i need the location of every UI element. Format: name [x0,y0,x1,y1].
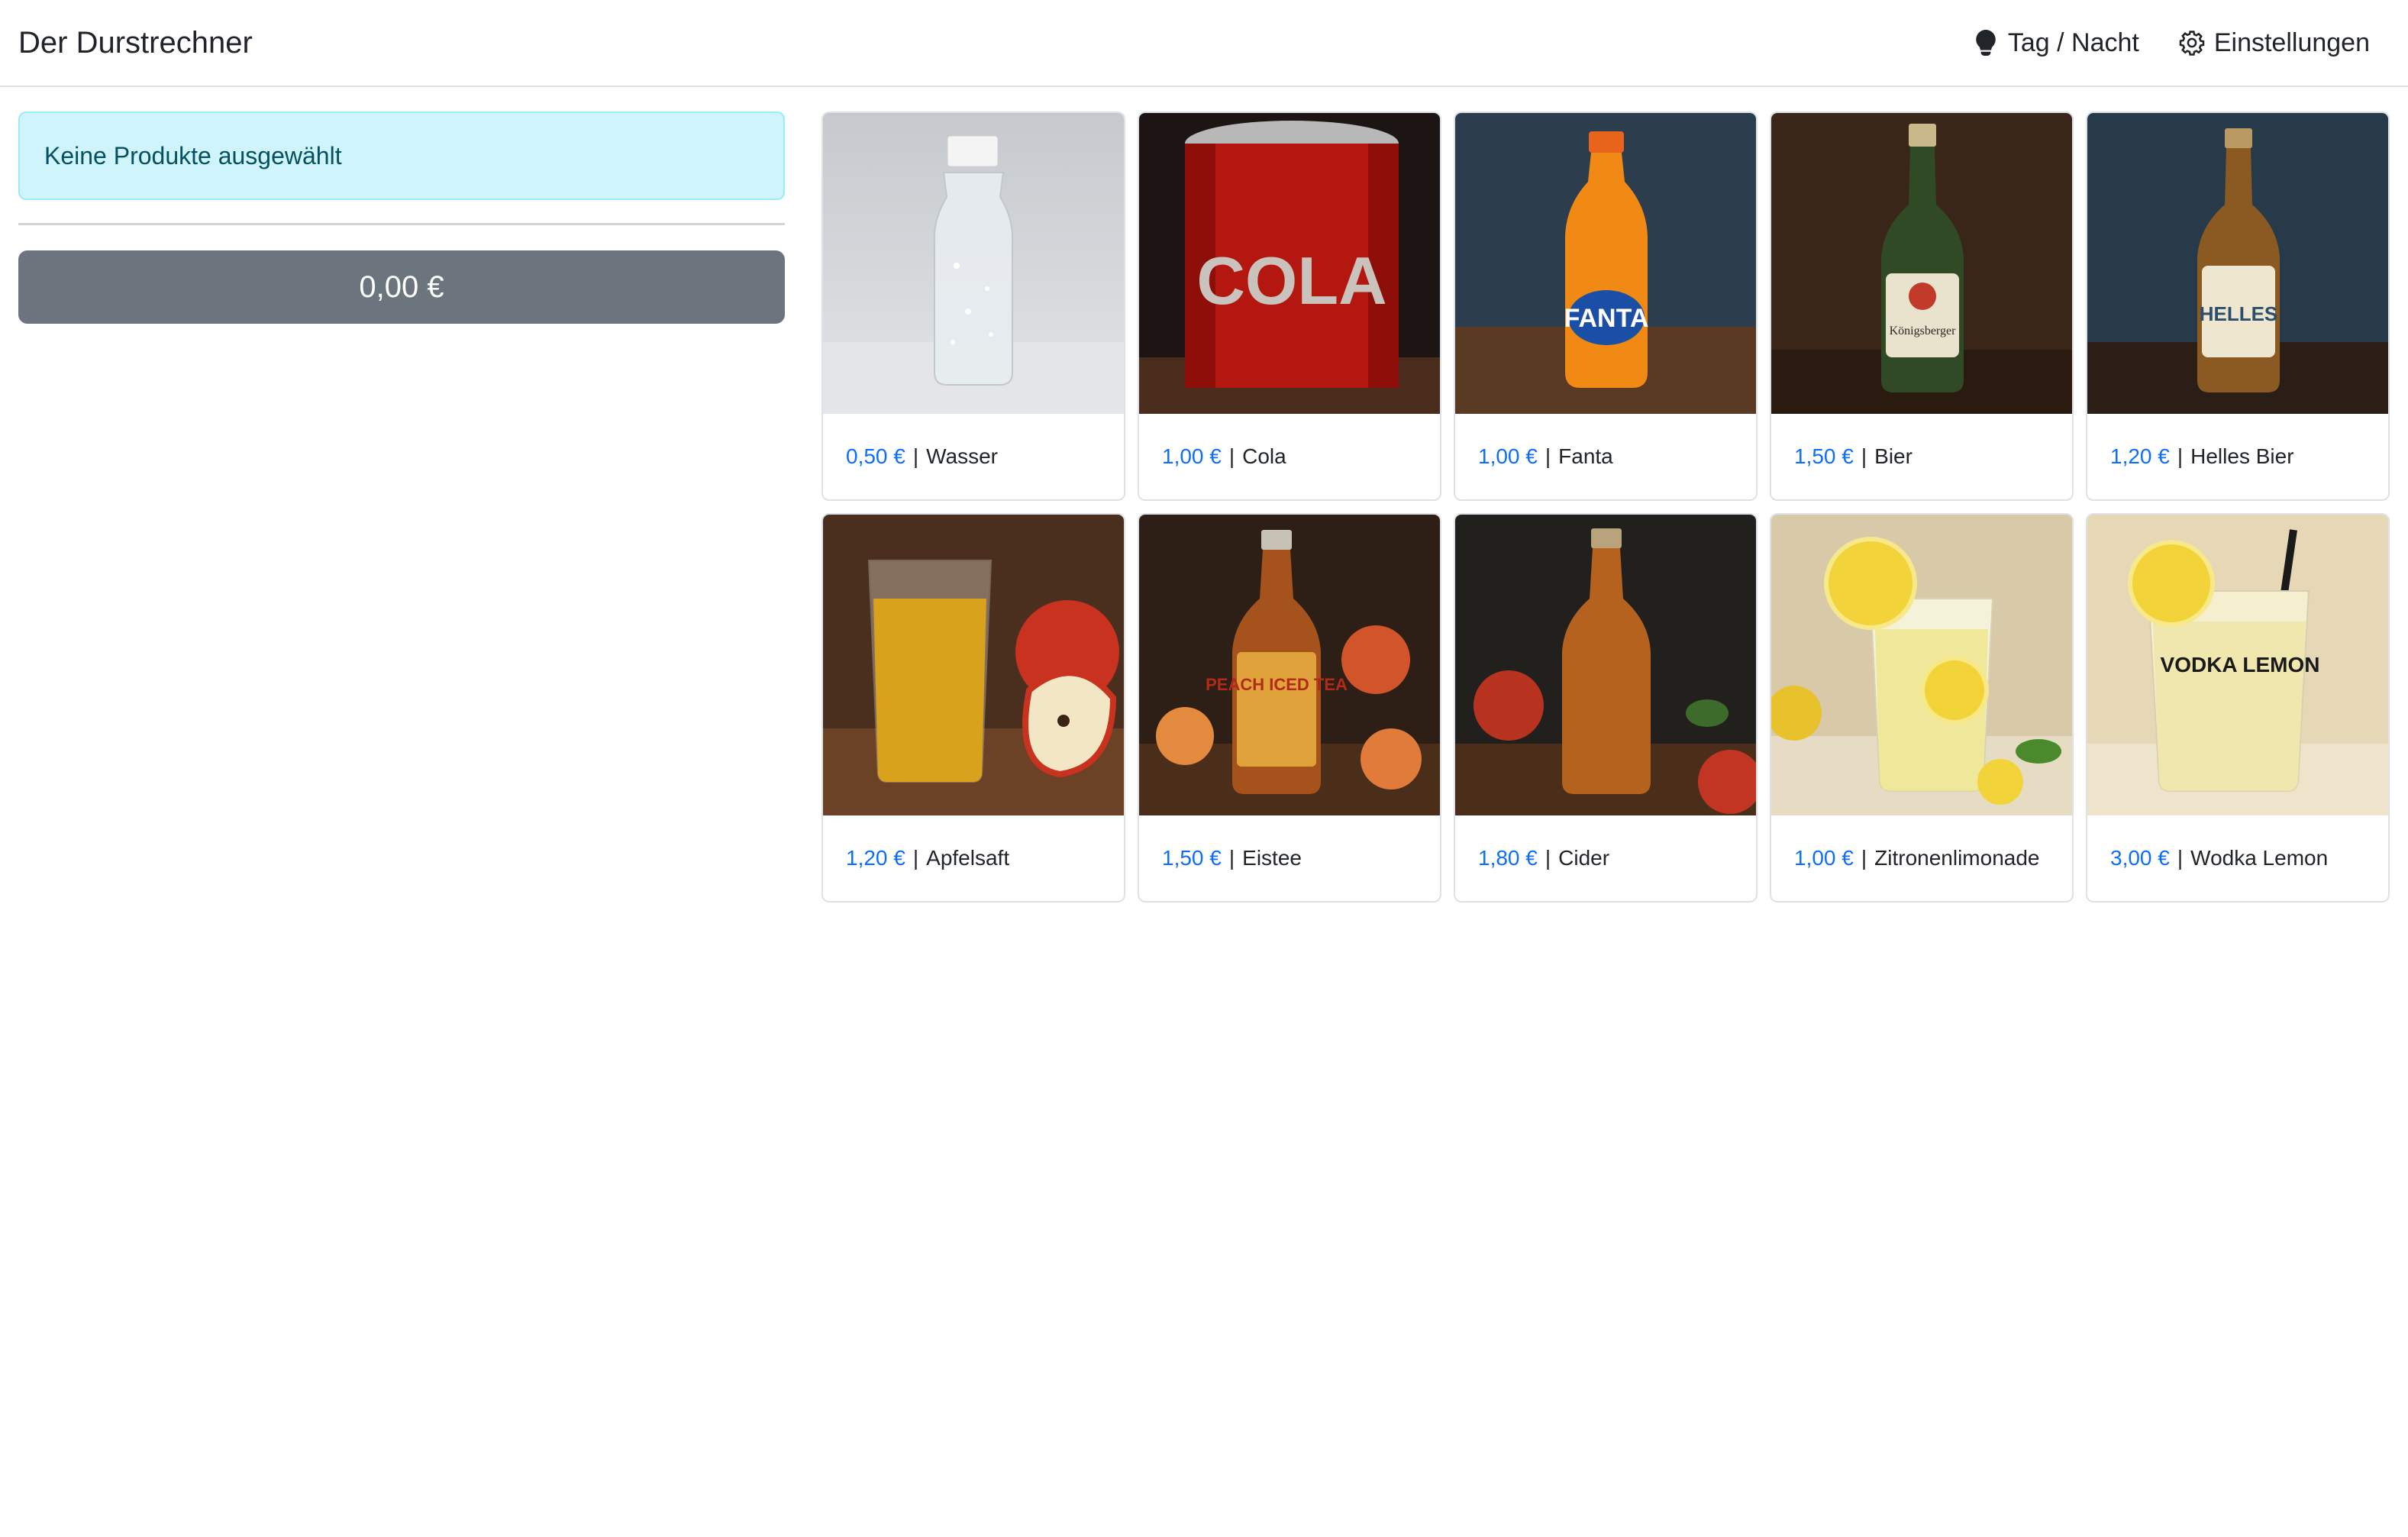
gear-icon [2179,30,2205,56]
total-button[interactable]: 0,00 € [18,250,785,324]
product-info: 1,50 € | Bier [1771,414,2072,499]
product-name: Apfelsaft [926,846,1010,870]
product-price: 1,00 € [1162,444,1222,468]
product-info: 1,50 € | Eistee [1139,815,1440,901]
settings-label: Einstellungen [2213,28,2370,57]
cola-can-image: COLA [1139,113,1440,414]
price-separator: | [2177,444,2184,468]
product-info: 1,80 € | Cider [1455,815,1756,901]
cart-divider [18,223,785,225]
product-card-cider[interactable]: 1,80 € | Cider [1454,513,1758,903]
helles-label-text: HELLES [2200,302,2278,325]
total-amount: 0,00 € [359,270,444,304]
product-card-cola[interactable]: COLA 1,00 € | Cola [1138,111,1441,501]
price-separator: | [912,846,919,870]
price-separator: | [1545,444,1551,468]
product-name: Helles Bier [2190,444,2294,468]
fanta-bottle-image: FANTA [1455,113,1756,414]
product-info: 1,20 € | Helles Bier [2087,414,2388,499]
product-name: Eistee [1242,846,1302,870]
product-price: 1,20 € [2110,444,2170,468]
product-price: 1,80 € [1478,846,1538,870]
cider-bottle-image [1455,515,1756,815]
price-separator: | [1228,444,1235,468]
product-info: 3,00 € | Wodka Lemon [2087,815,2388,901]
product-price: 3,00 € [2110,846,2170,870]
product-name: Wodka Lemon [2190,846,2329,870]
price-separator: | [1228,846,1235,870]
iced-tea-label-text: PEACH ICED TEA [1206,675,1348,694]
product-price: 1,00 € [1478,444,1538,468]
app-brand[interactable]: Der Durstrechner [18,23,253,63]
product-price: 1,00 € [1794,846,1854,870]
product-name: Fanta [1558,444,1613,468]
vodka-label-text: VODKA LEMON [2161,653,2320,676]
product-name: Wasser [926,444,998,468]
product-info: 1,00 € | Cola [1139,414,1440,499]
settings-link[interactable]: Einstellungen [2179,23,2370,63]
price-separator: | [1861,444,1867,468]
product-info: 1,00 € | Zitronenlimonade [1771,815,2072,901]
product-card-fanta[interactable]: FANTA 1,00 € | Fanta [1454,111,1758,501]
theme-toggle-link[interactable]: Tag / Nacht [1973,23,2139,63]
product-name: Cola [1242,444,1286,468]
lemonade-glass-image [1771,515,2072,815]
beer-bottle-image: Königsberger [1771,113,2072,414]
product-info: 1,00 € | Fanta [1455,414,1756,499]
navbar-actions: Tag / Nacht Einstellungen [1973,23,2370,63]
price-separator: | [2177,846,2184,870]
product-price: 1,50 € [1794,444,1854,468]
iced-tea-bottle-image: PEACH ICED TEA [1139,515,1440,815]
product-card-zitronenlimonade[interactable]: 1,00 € | Zitronenlimonade [1770,513,2074,903]
product-card-helles-bier[interactable]: HELLES 1,20 € | Helles Bier [2086,111,2390,501]
product-info: 1,20 € | Apfelsaft [823,815,1124,901]
lightbulb-icon [1973,30,1999,56]
product-card-wasser[interactable]: 0,50 € | Wasser [821,111,1125,501]
empty-cart-alert: Keine Produkte ausgewählt [18,111,785,200]
apple-juice-image [823,515,1124,815]
product-grid: 0,50 € | Wasser COLA 1,00 € | Cola FANTA… [821,111,2390,903]
beer-label-text: Königsberger [1890,325,1956,337]
product-card-apfelsaft[interactable]: 1,20 € | Apfelsaft [821,513,1125,903]
theme-toggle-label: Tag / Nacht [2007,28,2139,57]
product-card-wodka-lemon[interactable]: VODKA LEMON 3,00 € | Wodka Lemon [2086,513,2390,903]
product-price: 1,20 € [846,846,905,870]
product-card-bier[interactable]: Königsberger 1,50 € | Bier [1770,111,2074,501]
product-price: 0,50 € [846,444,905,468]
helles-bottle-image: HELLES [2087,113,2388,414]
fanta-label-text: FANTA [1564,304,1649,333]
vodka-lemon-glass-image: VODKA LEMON [2087,515,2388,815]
product-name: Zitronenlimonade [1874,846,2040,870]
cola-can-text: COLA [1196,243,1386,318]
price-separator: | [912,444,919,468]
product-price: 1,50 € [1162,846,1222,870]
empty-cart-message: Keine Produkte ausgewählt [44,141,342,170]
product-name: Cider [1558,846,1610,870]
product-card-eistee[interactable]: PEACH ICED TEA 1,50 € | Eistee [1138,513,1441,903]
price-separator: | [1861,846,1867,870]
water-bottle-image [823,113,1124,414]
product-info: 0,50 € | Wasser [823,414,1124,499]
top-navbar: Der Durstrechner Tag / Nacht Einstellung… [0,0,2408,87]
product-name: Bier [1874,444,1913,468]
price-separator: | [1545,846,1551,870]
